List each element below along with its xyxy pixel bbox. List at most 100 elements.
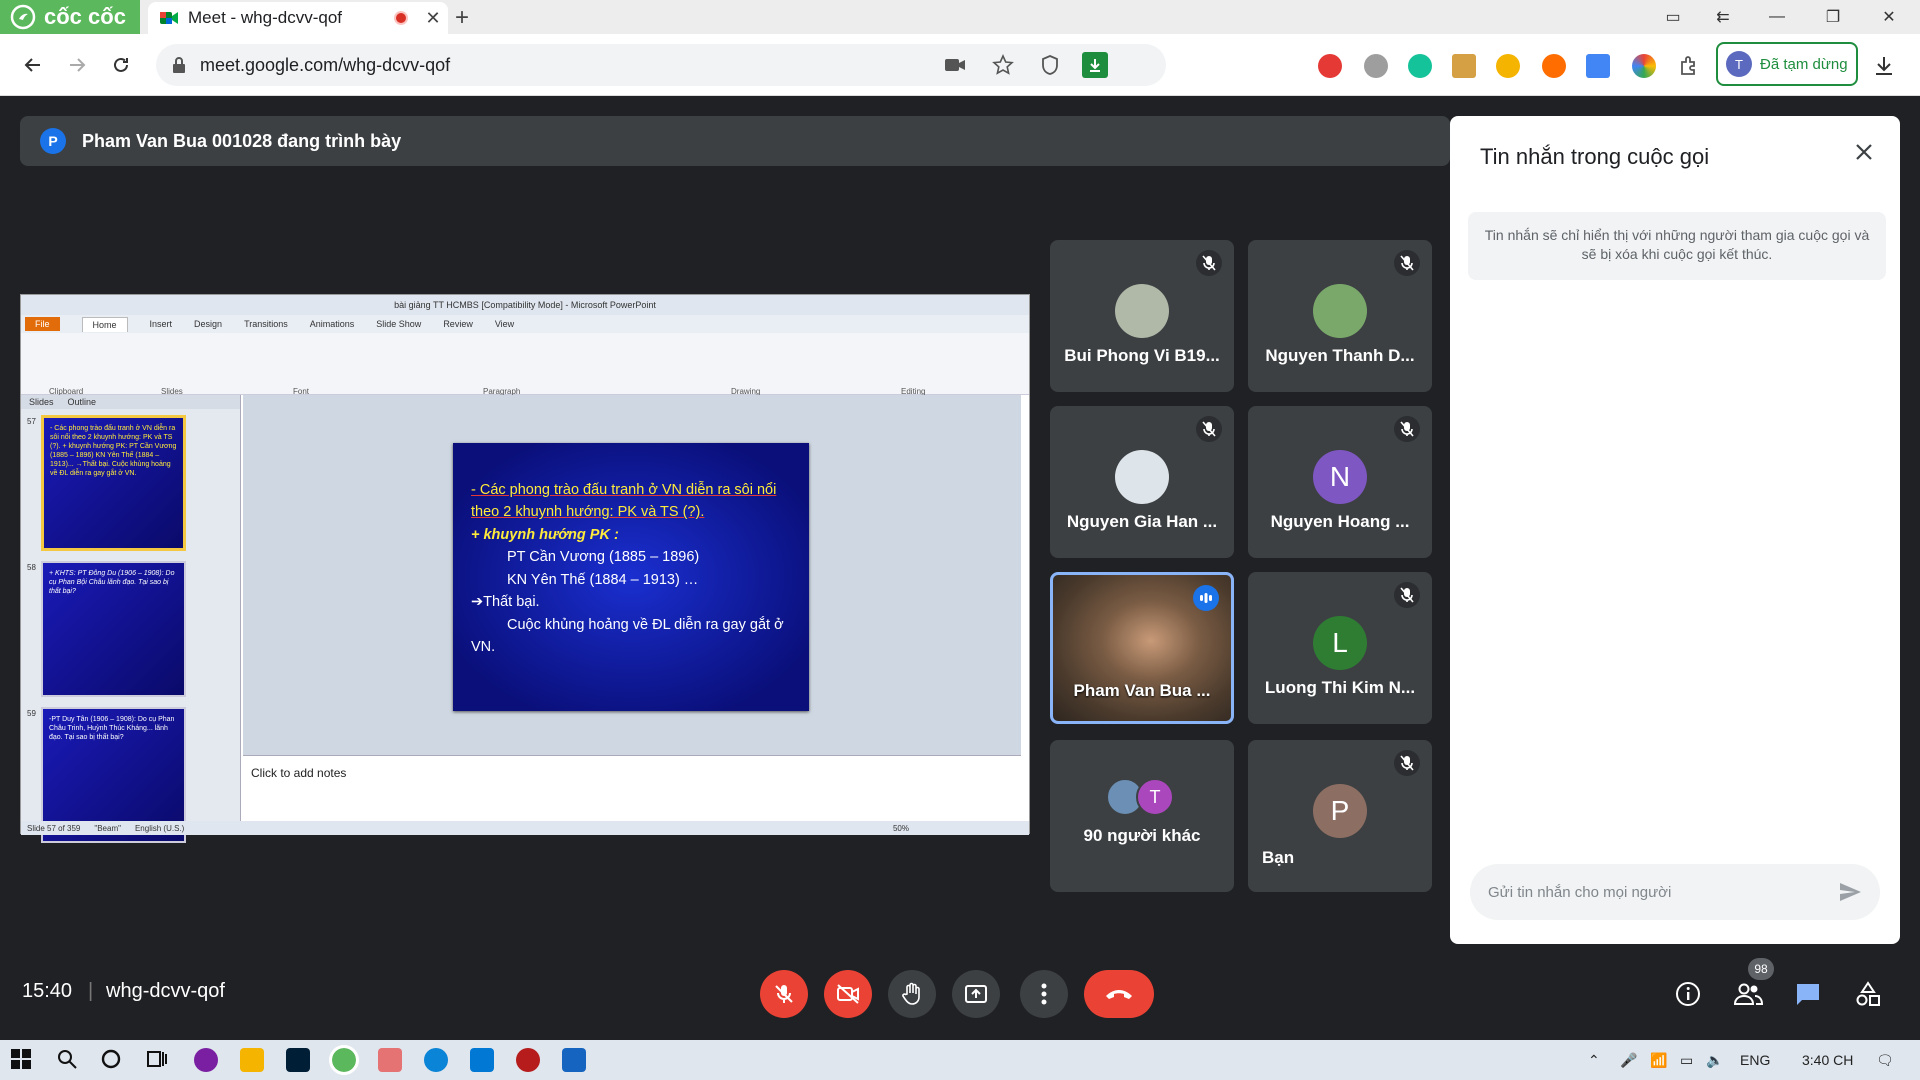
tray-clock[interactable]: 3:40 CH — [1802, 1052, 1853, 1068]
tray-chevron-icon[interactable]: ⌃ — [1588, 1052, 1600, 1069]
lock-icon — [173, 57, 185, 73]
coccoc-brand[interactable]: cốc cốc — [0, 0, 140, 34]
profile-label: Đã tạm dừng — [1760, 55, 1848, 73]
present-icon — [965, 985, 987, 1003]
address-toolbar: meet.google.com/whg-dcvv-qof T Đã tạm dừ… — [0, 34, 1920, 96]
download-green-icon[interactable] — [1082, 52, 1108, 78]
slide-line: KN Yên Thế (1884 – 1913) … — [507, 571, 699, 588]
minimize-button[interactable]: — — [1754, 0, 1800, 34]
reload-button[interactable] — [106, 50, 136, 80]
mic-off-icon — [775, 985, 793, 1003]
participant-tile[interactable]: Bui Phong Vi B19... — [1050, 240, 1234, 392]
app-red-icon[interactable] — [516, 1048, 540, 1072]
url-text: meet.google.com/whg-dcvv-qof — [200, 54, 451, 75]
back-history-icon[interactable]: ⇇ — [1700, 0, 1746, 34]
ppt-tab-design: Design — [194, 319, 223, 329]
participant-tile[interactable]: T 90 người khác — [1050, 740, 1234, 892]
tab-close-icon[interactable]: ✕ — [418, 8, 448, 29]
slide-line: PT Cần Vương (1885 – 1896) — [507, 549, 700, 566]
coccoc-taskbar-icon[interactable] — [329, 1045, 359, 1075]
raise-hand-button[interactable] — [888, 970, 936, 1018]
new-tab-button[interactable]: + — [455, 4, 469, 32]
mic-muted-icon — [1394, 582, 1420, 608]
tray-battery-icon[interactable]: ▭ — [1680, 1052, 1693, 1069]
participant-tile[interactable]: N Nguyen Hoang ... — [1248, 406, 1432, 558]
meet-control-bar: 15:40 | whg-dcvv-qof 98 — [0, 944, 1920, 1040]
slide-line: + khuynh hướng PK : — [471, 526, 619, 543]
bookmark-star-icon[interactable] — [992, 54, 1014, 76]
fire-extension-icon[interactable] — [1542, 54, 1566, 78]
back-button[interactable] — [18, 50, 48, 80]
leave-call-button[interactable] — [1084, 970, 1154, 1018]
windows-start-icon[interactable] — [10, 1048, 34, 1072]
ppt-status-slide: Slide 57 of 359 — [27, 823, 81, 833]
translate-extension-icon[interactable] — [1586, 54, 1610, 78]
end-call-icon — [1106, 990, 1132, 999]
participant-avatar: N — [1313, 450, 1367, 504]
file-explorer-icon[interactable] — [240, 1048, 264, 1072]
thumb-number: 59 — [27, 709, 36, 718]
tray-wifi-icon[interactable]: 📶 — [1650, 1052, 1667, 1069]
app-s-icon[interactable] — [378, 1048, 402, 1072]
app-purple-icon[interactable] — [194, 1048, 218, 1072]
participant-tile[interactable]: Nguyen Gia Han ... — [1050, 406, 1234, 558]
participant-tile[interactable]: Pham Van Bua ... — [1050, 572, 1234, 724]
camera-blocked-icon[interactable] — [944, 56, 966, 74]
activities-button[interactable] — [1852, 978, 1884, 1010]
mic-toggle-button[interactable] — [760, 970, 808, 1018]
participant-tile[interactable]: P Bạn — [1248, 740, 1432, 892]
url-input[interactable]: meet.google.com/whg-dcvv-qof — [156, 44, 1166, 86]
thumb-number: 58 — [27, 563, 36, 572]
chrome-extension-icon[interactable] — [1496, 54, 1520, 78]
maximize-button[interactable]: ❐ — [1810, 0, 1856, 34]
chat-close-button[interactable] — [1854, 142, 1874, 162]
reading-mode-icon[interactable]: ▭ — [1650, 0, 1696, 34]
adblock-extension-icon[interactable] — [1364, 54, 1388, 78]
close-icon — [1856, 144, 1872, 160]
tray-mic-icon[interactable]: 🎤 — [1620, 1052, 1637, 1069]
vscode-icon[interactable] — [470, 1048, 494, 1072]
app-blue-icon[interactable] — [562, 1048, 586, 1072]
send-icon[interactable] — [1838, 880, 1862, 904]
participants-button[interactable] — [1732, 978, 1764, 1010]
edge-icon[interactable] — [424, 1048, 448, 1072]
chat-message-input[interactable]: Gửi tin nhắn cho mọi người — [1470, 864, 1880, 920]
tab-meet[interactable]: Meet - whg-dcvv-qof ✕ — [148, 2, 448, 34]
windows-taskbar: ⌃ 🎤 📶 ▭ 🔈 ENG 3:40 CH 🗨 — [0, 1040, 1920, 1080]
forward-button[interactable] — [62, 50, 92, 80]
participant-avatar — [1313, 284, 1367, 338]
chat-button[interactable] — [1792, 978, 1824, 1010]
profile-paused-button[interactable]: T Đã tạm dừng — [1716, 42, 1858, 86]
tray-language[interactable]: ENG — [1740, 1052, 1770, 1068]
extensions-puzzle-icon[interactable] — [1678, 54, 1702, 78]
participant-tile[interactable]: Nguyen Thanh D... — [1248, 240, 1432, 392]
tray-volume-icon[interactable]: 🔈 — [1706, 1052, 1723, 1069]
opera-extension-icon[interactable] — [1318, 54, 1342, 78]
camera-toggle-button[interactable] — [824, 970, 872, 1018]
task-view-icon[interactable] — [146, 1048, 170, 1072]
ppt-tab-view: View — [494, 319, 515, 329]
notifications-icon[interactable]: 🗨 — [1876, 1052, 1894, 1069]
participant-name: Bạn — [1262, 848, 1295, 867]
hammer-extension-icon[interactable] — [1452, 54, 1476, 78]
chat-input-placeholder: Gửi tin nhắn cho mọi người — [1488, 883, 1672, 901]
grammarly-extension-icon[interactable] — [1408, 54, 1432, 78]
downloads-icon[interactable] — [1872, 54, 1896, 78]
ppt-status-theme: "Beam" — [94, 823, 121, 833]
participant-avatar — [1115, 450, 1169, 504]
meeting-code: whg-dcvv-qof — [106, 980, 225, 1002]
photoshop-icon[interactable] — [286, 1048, 310, 1072]
present-screen-button[interactable] — [952, 970, 1000, 1018]
meeting-details-button[interactable] — [1672, 978, 1704, 1010]
chat-title: Tin nhắn trong cuộc gọi — [1480, 144, 1710, 169]
more-options-button[interactable] — [1020, 970, 1068, 1018]
shield-icon[interactable] — [1040, 54, 1060, 76]
ppt-ribbon: Clipboard Slides Font Paragraph Drawing … — [21, 333, 1029, 396]
ppt-pane-tab-outline: Outline — [67, 397, 97, 407]
participant-tile[interactable]: L Luong Thi Kim N... — [1248, 572, 1432, 724]
color-picker-extension-icon[interactable] — [1632, 54, 1656, 78]
search-icon[interactable] — [56, 1048, 80, 1072]
ppt-tab-animations: Animations — [309, 319, 355, 329]
cortana-icon[interactable] — [100, 1048, 124, 1072]
close-window-button[interactable]: ✕ — [1866, 0, 1912, 34]
